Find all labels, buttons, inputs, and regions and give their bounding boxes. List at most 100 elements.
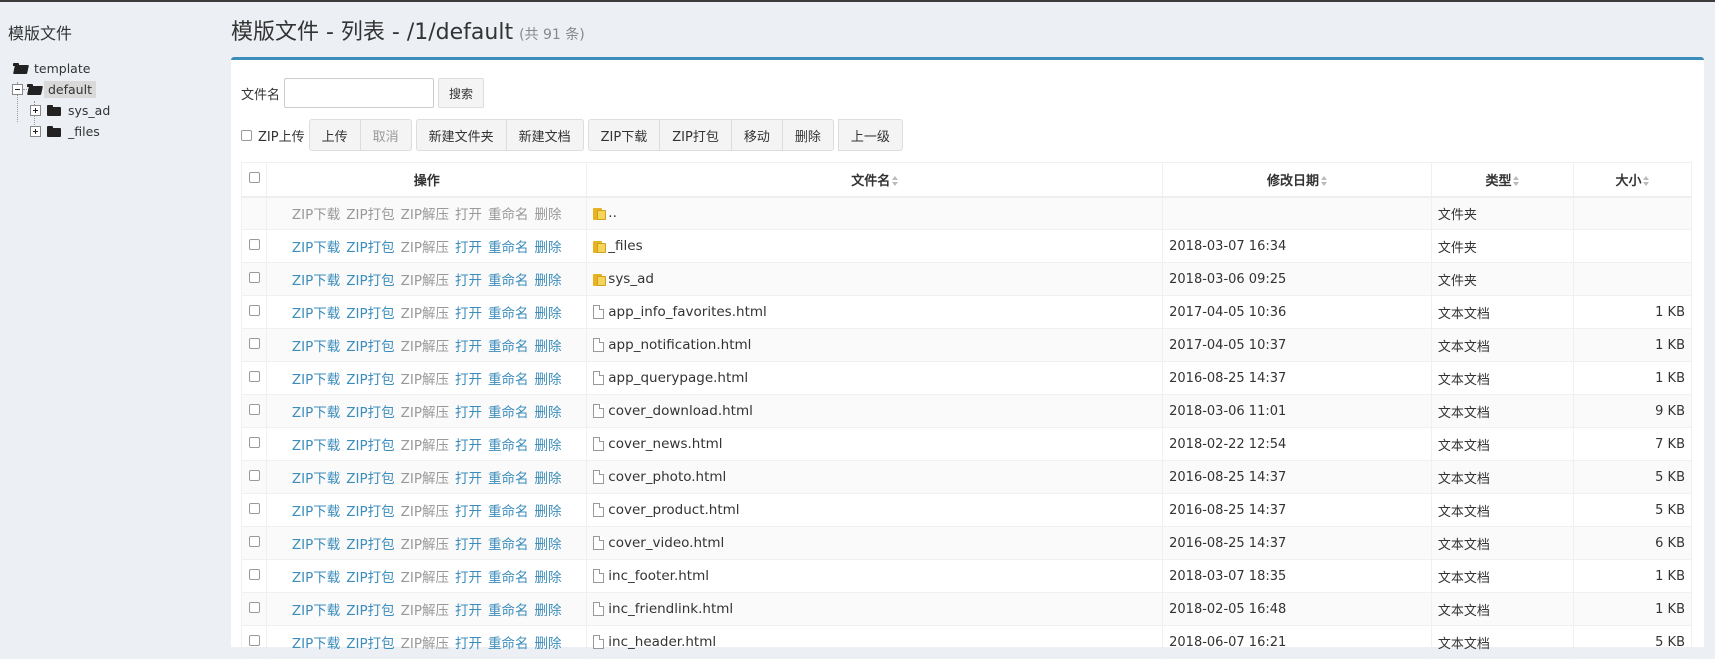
file-name-cell[interactable]: _files [586,229,1164,263]
file-name[interactable]: app_querypage.html [608,370,748,386]
move-button[interactable]: 移动 [731,119,783,151]
delete-link[interactable]: 删除 [535,339,562,355]
expand-icon[interactable] [30,125,41,137]
search-button[interactable]: 搜索 [438,78,485,108]
upload-button[interactable]: 上传 [308,119,361,151]
expand-icon[interactable] [30,104,41,116]
delete-link[interactable]: 删除 [535,273,562,289]
rename-link[interactable]: 重命名 [488,339,529,355]
delete-link[interactable]: 删除 [535,240,562,256]
delete-link[interactable]: 删除 [535,537,562,553]
filename-search-input[interactable] [284,78,435,108]
column-header-type[interactable]: 类型 [1430,162,1574,198]
file-name-cell[interactable]: cover_photo.html [586,460,1164,494]
delete-button[interactable]: 删除 [782,119,834,151]
file-name[interactable]: cover_news.html [608,436,722,452]
file-name[interactable]: app_notification.html [608,337,751,353]
row-checkbox[interactable] [248,238,260,250]
zip-pack-link[interactable]: ZIP打包 [346,240,394,256]
zip-download-link[interactable]: ZIP下载 [292,471,340,487]
new-document-button[interactable]: 新建文档 [506,119,584,151]
rename-link[interactable]: 重命名 [488,603,529,619]
file-name[interactable]: app_info_favorites.html [608,304,766,320]
sort-icon[interactable] [1643,176,1650,187]
delete-link[interactable]: 删除 [535,372,562,388]
row-checkbox[interactable] [248,568,260,580]
rename-link[interactable]: 重命名 [488,240,529,256]
zip-pack-link[interactable]: ZIP打包 [346,537,394,553]
open-link[interactable]: 打开 [455,405,482,421]
file-name-cell[interactable]: cover_download.html [586,394,1164,428]
delete-link[interactable]: 删除 [535,405,562,421]
file-name[interactable]: inc_friendlink.html [608,601,733,617]
zip-pack-link[interactable]: ZIP打包 [346,636,394,652]
zip-pack-link[interactable]: ZIP打包 [346,504,394,520]
rename-link[interactable]: 重命名 [488,471,529,487]
row-checkbox[interactable] [248,370,260,382]
open-link[interactable]: 打开 [455,603,482,619]
tree-node-template[interactable]: template [13,58,94,78]
zip-download-link[interactable]: ZIP下载 [292,273,340,289]
rename-link[interactable]: 重命名 [488,636,529,652]
zip-download-link[interactable]: ZIP下载 [292,405,340,421]
zip-pack-link[interactable]: ZIP打包 [346,339,394,355]
delete-link[interactable]: 删除 [535,570,562,586]
open-link[interactable]: 打开 [455,240,482,256]
file-name[interactable]: inc_footer.html [608,568,709,584]
open-link[interactable]: 打开 [455,537,482,553]
zip-download-link[interactable]: ZIP下载 [292,339,340,355]
open-link[interactable]: 打开 [455,372,482,388]
file-name[interactable]: .. [608,205,617,221]
zip-download-link[interactable]: ZIP下载 [292,636,340,652]
delete-link[interactable]: 删除 [535,636,562,652]
rename-link[interactable]: 重命名 [488,570,529,586]
zip-pack-link[interactable]: ZIP打包 [346,570,394,586]
zip-upload-toggle[interactable]: ZIP上传 [241,126,305,145]
zip-download-link[interactable]: ZIP下载 [292,504,340,520]
file-name-cell[interactable]: inc_friendlink.html [586,592,1164,626]
open-link[interactable]: 打开 [455,471,482,487]
row-checkbox[interactable] [248,337,260,349]
sort-icon[interactable] [1513,176,1520,187]
row-checkbox[interactable] [248,271,260,283]
row-checkbox[interactable] [248,403,260,415]
file-name-cell[interactable]: inc_footer.html [586,559,1164,593]
file-name-cell[interactable]: sys_ad [586,262,1164,296]
row-checkbox[interactable] [248,502,260,514]
file-name[interactable]: cover_photo.html [608,469,726,485]
sort-icon[interactable] [1321,176,1328,187]
zip-pack-link[interactable]: ZIP打包 [346,438,394,454]
collapse-icon[interactable] [12,83,23,95]
row-checkbox[interactable] [248,469,260,481]
zip-download-link[interactable]: ZIP下载 [292,603,340,619]
delete-link[interactable]: 删除 [535,438,562,454]
open-link[interactable]: 打开 [455,504,482,520]
column-header-size[interactable]: 大小 [1572,162,1693,198]
new-folder-button[interactable]: 新建文件夹 [415,119,507,151]
rename-link[interactable]: 重命名 [488,438,529,454]
rename-link[interactable]: 重命名 [488,372,529,388]
file-name[interactable]: cover_video.html [608,535,724,551]
row-checkbox[interactable] [248,304,260,316]
file-name[interactable]: _files [608,238,642,254]
file-name[interactable]: cover_product.html [608,502,739,518]
row-checkbox[interactable] [248,535,260,547]
zip-download-link[interactable]: ZIP下载 [292,372,340,388]
zip-download-link[interactable]: ZIP下载 [292,306,340,322]
rename-link[interactable]: 重命名 [488,273,529,289]
rename-link[interactable]: 重命名 [488,537,529,553]
row-checkbox[interactable] [248,634,260,646]
tree-node-sys-ad[interactable]: sys_ad [30,100,114,120]
open-link[interactable]: 打开 [455,570,482,586]
up-level-button[interactable]: 上一级 [837,119,903,151]
column-header-name[interactable]: 文件名 [586,162,1164,198]
file-name-cell[interactable]: inc_header.html [586,625,1164,659]
open-link[interactable]: 打开 [455,636,482,652]
open-link[interactable]: 打开 [455,306,482,322]
rename-link[interactable]: 重命名 [488,504,529,520]
zip-download-link[interactable]: ZIP下载 [292,537,340,553]
delete-link[interactable]: 删除 [535,504,562,520]
zip-pack-link[interactable]: ZIP打包 [346,306,394,322]
zip-pack-link[interactable]: ZIP打包 [346,405,394,421]
file-name-cell[interactable]: .. [586,196,1164,230]
